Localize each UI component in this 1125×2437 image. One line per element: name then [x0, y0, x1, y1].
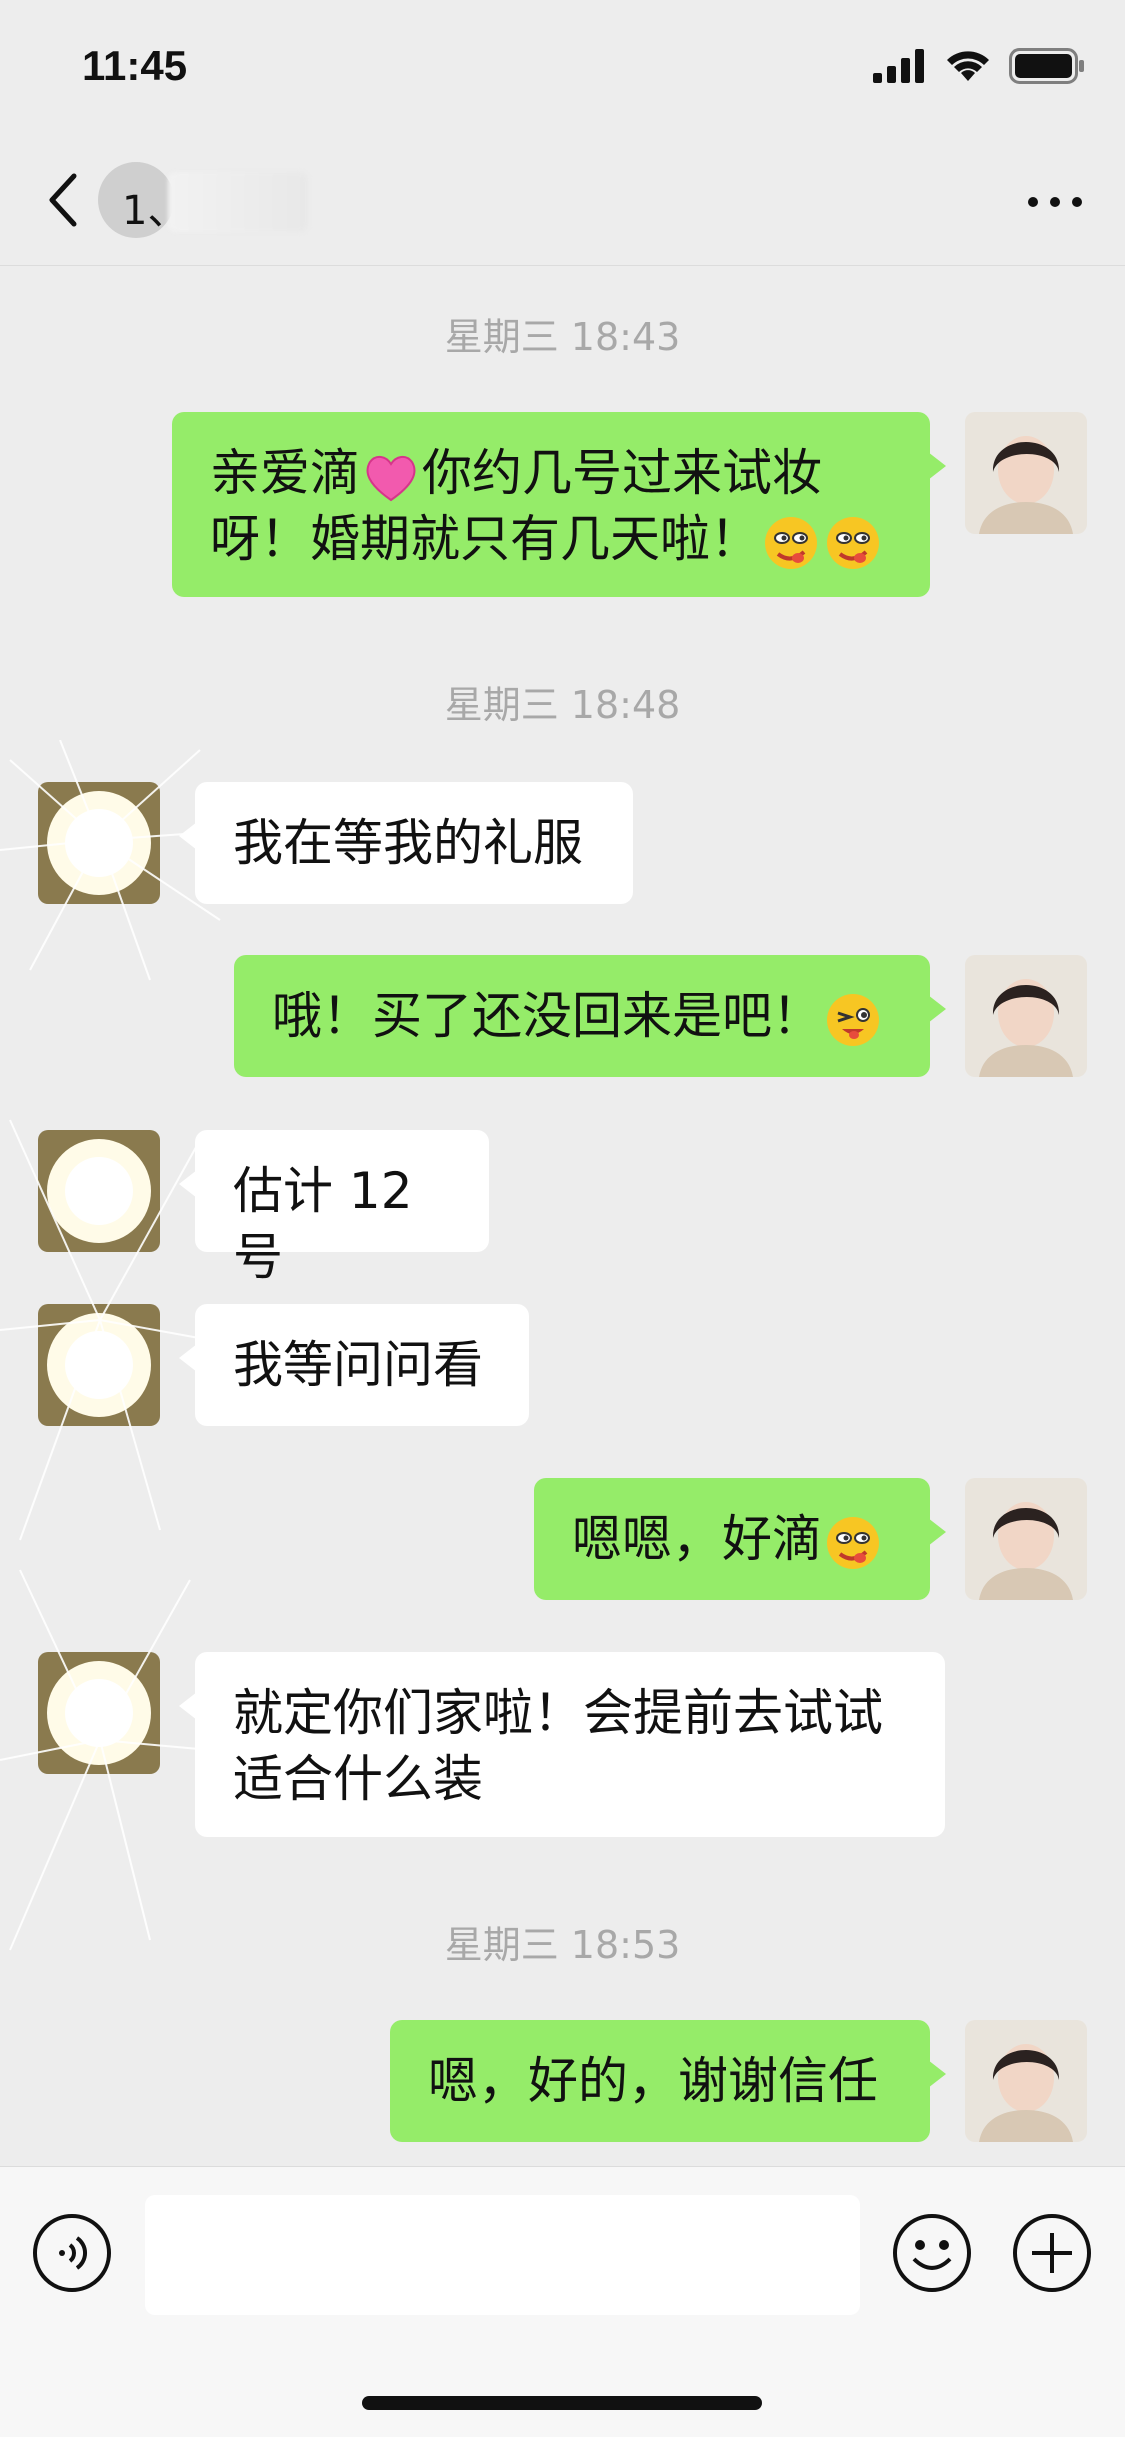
plus-icon[interactable] [1012, 2213, 1092, 2293]
contact-avatar-chat[interactable] [38, 1652, 160, 1774]
contact-avatar-chat[interactable] [38, 1130, 160, 1252]
time-divider: 星期三 18:48 [444, 683, 681, 727]
message-text: 哦！买了还没回来是吧！ [272, 987, 822, 1045]
message-text: 我等问问看 [233, 1336, 483, 1394]
message-bubble-me[interactable]: 嗯嗯，好滴 [534, 1478, 946, 1600]
message-text: 亲爱滴 [210, 444, 360, 502]
more-icon[interactable] [1025, 192, 1085, 212]
message-text: 我在等我的礼服 [233, 814, 583, 872]
message-text: 你约几号过来试妆 [422, 444, 822, 502]
status-icons [873, 48, 1085, 84]
smirk-emoji [765, 516, 817, 569]
message-bubble-other[interactable]: 我在等我的礼服 [179, 782, 633, 904]
message-bubble-other[interactable]: 我等问问看 [179, 1304, 529, 1426]
name-redaction [168, 172, 308, 232]
contact-avatar-chat[interactable] [38, 782, 160, 904]
home-indicator[interactable] [362, 2396, 762, 2410]
smirk-emoji [827, 516, 879, 569]
back-chevron-icon[interactable] [40, 170, 90, 230]
my-avatar[interactable] [965, 955, 1087, 1077]
nav-bar: 1、 • • F [0, 140, 1125, 266]
message-text: 呀！婚期就只有几天啦！ [210, 510, 760, 568]
contact-avatar-chat[interactable] [38, 1304, 160, 1426]
message-text: 嗯嗯，好滴 [572, 1510, 822, 1568]
message-bubble-me[interactable]: 嗯，好的，谢谢信任 [390, 2020, 946, 2142]
message-text: 估计 12 号 [233, 1162, 413, 1286]
message-bubble-me[interactable]: 亲爱滴 你约几号过来试妆 呀！婚期就只有几天啦！ [172, 412, 946, 597]
status-bar: 11:45 [0, 0, 1125, 140]
voice-icon[interactable] [32, 2213, 112, 2293]
message-text: 适合什么装 [233, 1750, 483, 1808]
my-avatar[interactable] [965, 412, 1087, 534]
battery-icon [1009, 48, 1084, 84]
signal-icon [873, 49, 924, 83]
status-time: 11:45 [82, 42, 188, 89]
time-divider: 星期三 18:43 [444, 315, 681, 359]
message-bubble-me[interactable]: 哦！买了还没回来是吧！ [234, 955, 946, 1077]
heart-emoji [366, 455, 416, 501]
time-divider: 星期三 18:53 [444, 1923, 681, 1967]
my-avatar[interactable] [965, 2020, 1087, 2142]
message-bubble-other[interactable]: 就定你们家啦！会提前去试试 适合什么装 [179, 1652, 945, 1837]
wifi-icon [947, 51, 989, 81]
smirk-emoji [827, 1516, 879, 1569]
wink-emoji [827, 993, 879, 1046]
my-avatar[interactable] [965, 1478, 1087, 1600]
emoji-icon[interactable] [892, 2213, 972, 2293]
message-text: 就定你们家啦！会提前去试试 [233, 1684, 883, 1742]
message-text: 嗯，好的，谢谢信任 [428, 2052, 878, 2110]
message-bubble-other[interactable]: 估计 12 号 [179, 1130, 489, 1286]
message-input[interactable] [145, 2195, 860, 2315]
